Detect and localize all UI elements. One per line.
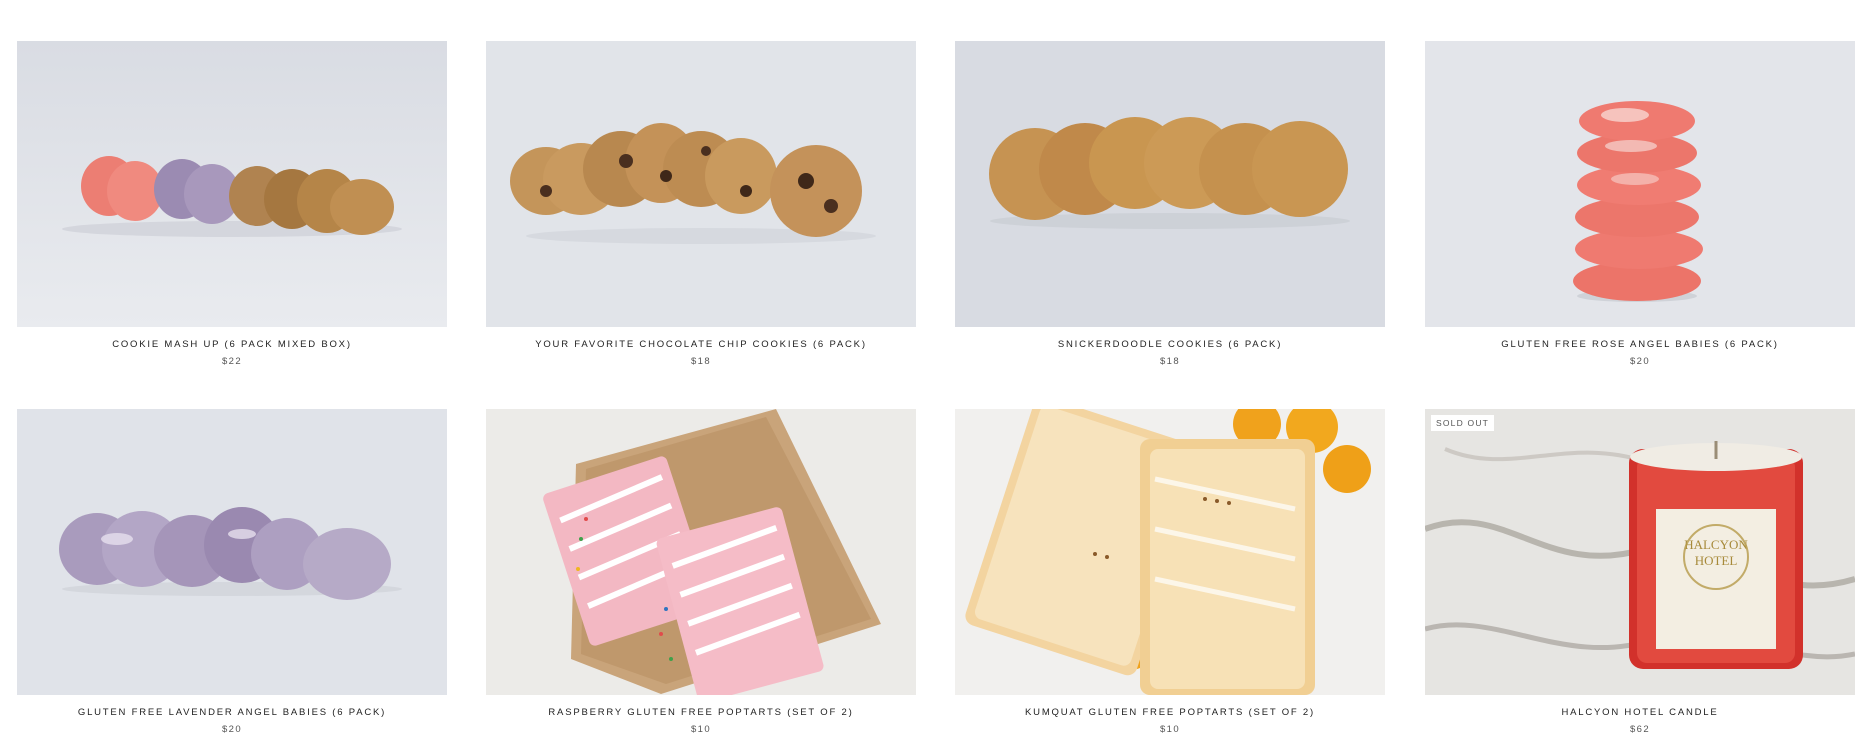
product-card[interactable]: GLUTEN FREE ROSE ANGEL BABIES (6 PACK) $…	[1425, 41, 1855, 381]
product-image[interactable]	[17, 41, 447, 327]
product-card[interactable]: RASPBERRY GLUTEN FREE POPTARTS (SET OF 2…	[486, 409, 916, 749]
candle-label-text: HALCYON	[1684, 537, 1748, 552]
product-card[interactable]: KUMQUAT GLUTEN FREE POPTARTS (SET OF 2) …	[955, 409, 1385, 749]
product-price: $18	[1159, 356, 1181, 367]
product-card[interactable]: COOKIE MASH UP (6 PACK MIXED BOX) $22	[17, 41, 447, 381]
product-title[interactable]: KUMQUAT GLUTEN FREE POPTARTS (SET OF 2)	[955, 707, 1385, 719]
product-image[interactable]	[955, 409, 1385, 695]
product-image[interactable]	[1425, 41, 1855, 327]
product-title[interactable]: GLUTEN FREE ROSE ANGEL BABIES (6 PACK)	[1425, 339, 1855, 351]
product-image[interactable]: HALCYON HOTEL SOLD OUT	[1425, 409, 1855, 695]
product-title[interactable]: HALCYON HOTEL CANDLE	[1425, 707, 1855, 719]
product-image[interactable]	[17, 409, 447, 695]
product-card[interactable]: GLUTEN FREE LAVENDER ANGEL BABIES (6 PAC…	[17, 409, 447, 749]
product-grid: COOKIE MASH UP (6 PACK MIXED BOX) $22 YO…	[0, 0, 1870, 742]
product-price: $20	[221, 724, 243, 735]
product-image[interactable]	[955, 41, 1385, 327]
product-title[interactable]: YOUR FAVORITE CHOCOLATE CHIP COOKIES (6 …	[486, 339, 916, 351]
product-title[interactable]: GLUTEN FREE LAVENDER ANGEL BABIES (6 PAC…	[17, 707, 447, 719]
product-card[interactable]: SNICKERDOODLE COOKIES (6 PACK) $18	[955, 41, 1385, 381]
product-price: $18	[690, 356, 712, 367]
product-card[interactable]: YOUR FAVORITE CHOCOLATE CHIP COOKIES (6 …	[486, 41, 916, 381]
product-price: $10	[690, 724, 712, 735]
product-card[interactable]: HALCYON HOTEL SOLD OUT HALCYON HOTEL CAN…	[1425, 409, 1855, 749]
product-title[interactable]: COOKIE MASH UP (6 PACK MIXED BOX)	[17, 339, 447, 351]
product-image[interactable]	[486, 409, 916, 695]
product-price: $22	[221, 356, 243, 367]
product-image[interactable]	[486, 41, 916, 327]
product-title[interactable]: SNICKERDOODLE COOKIES (6 PACK)	[955, 339, 1385, 351]
product-price: $62	[1629, 724, 1651, 735]
sold-out-badge: SOLD OUT	[1431, 415, 1495, 431]
product-price: $10	[1159, 724, 1181, 735]
candle-label-text: HOTEL	[1695, 553, 1738, 568]
product-price: $20	[1629, 356, 1651, 367]
product-title[interactable]: RASPBERRY GLUTEN FREE POPTARTS (SET OF 2…	[486, 707, 916, 719]
